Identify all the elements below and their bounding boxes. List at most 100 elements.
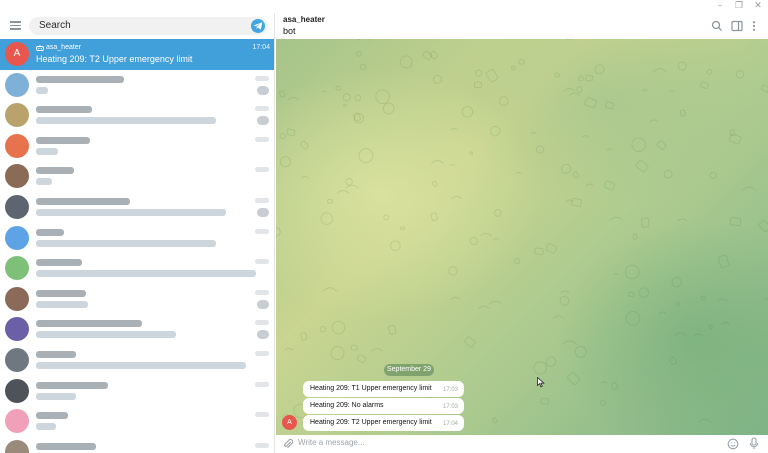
paperclip-icon[interactable] <box>282 438 294 450</box>
telegram-icon[interactable] <box>251 19 265 33</box>
avatar <box>5 164 29 189</box>
wallpaper-doodle <box>464 336 476 348</box>
chat-item[interactable] <box>0 376 274 407</box>
wallpaper-doodle <box>572 171 580 179</box>
unread-badge <box>257 116 269 126</box>
wallpaper-doodle <box>576 86 583 93</box>
redacted-chat-time <box>255 106 269 112</box>
mouse-cursor-icon <box>537 377 545 388</box>
chat-item[interactable] <box>0 437 274 453</box>
chat-list-header: Search <box>0 13 274 39</box>
chat-item[interactable] <box>0 100 274 131</box>
redacted-chat-name <box>36 167 74 175</box>
wallpaper-doodle <box>641 89 649 92</box>
wallpaper-doodle <box>342 93 351 102</box>
redacted-chat-preview <box>36 300 88 308</box>
chat-item-asa-heater[interactable]: A asa_heater 17:04 Heating 209: T2 Upper… <box>0 39 274 70</box>
message-bubble[interactable]: Heating 209: T1 Upper emergency limit 17… <box>303 381 464 397</box>
message-bubble[interactable]: Heating 209: No alarms 17:03 <box>303 398 464 414</box>
hamburger-menu-icon[interactable] <box>10 21 21 30</box>
redacted-chat-preview <box>36 147 58 155</box>
maximize-button[interactable]: ❐ <box>731 0 747 13</box>
message-input[interactable]: Write a message... <box>298 438 365 447</box>
search-icon[interactable] <box>711 20 723 32</box>
wallpaper-doodle <box>330 346 345 361</box>
wallpaper-doodle <box>450 296 461 300</box>
date-separator: September 29 <box>384 364 434 376</box>
minimize-button[interactable]: – <box>712 0 728 13</box>
chat-item[interactable] <box>0 70 274 101</box>
wallpaper-doodle <box>675 301 681 307</box>
wallpaper-doodle <box>356 50 362 57</box>
wallpaper-doodle <box>399 55 413 69</box>
chat-item[interactable] <box>0 284 274 315</box>
wallpaper-doodle <box>663 169 673 179</box>
chat-item[interactable] <box>0 131 274 162</box>
wallpaper-doodle <box>279 156 292 168</box>
redacted-chat-time <box>255 75 269 81</box>
wallpaper-doodle <box>656 140 667 150</box>
wallpaper-doodle <box>599 400 606 406</box>
chat-item[interactable] <box>0 345 274 376</box>
chat-item[interactable] <box>0 314 274 345</box>
message-text: Heating 209: T1 Upper emergency limit <box>310 385 432 392</box>
chat-item[interactable] <box>0 253 274 284</box>
wallpaper-doodle <box>356 354 367 364</box>
avatar <box>5 72 29 97</box>
bot-icon <box>36 44 44 51</box>
wallpaper-doodle <box>717 254 730 268</box>
chat-item[interactable] <box>0 161 274 192</box>
message-bubble[interactable]: Heating 209: T2 Upper emergency limit 17… <box>303 415 464 431</box>
wallpaper-doodle <box>545 243 557 254</box>
wallpaper-doodle <box>283 347 293 351</box>
wallpaper-doodle <box>279 90 286 98</box>
chat-item[interactable] <box>0 223 274 254</box>
redacted-chat-name <box>36 442 96 450</box>
redacted-chat-time <box>255 442 269 448</box>
peer-name[interactable]: asa_heater <box>283 15 325 24</box>
wallpaper-doodle <box>300 176 309 179</box>
chat-item[interactable] <box>0 192 274 223</box>
search-input[interactable]: Search <box>29 17 268 35</box>
chat-item[interactable] <box>0 406 274 437</box>
wallpaper-doodle <box>300 332 308 341</box>
wallpaper-doodle <box>493 209 502 217</box>
wallpaper-doodle <box>698 418 712 423</box>
wallpaper-doodle <box>559 295 570 306</box>
wallpaper-doodle <box>327 198 333 204</box>
wallpaper-doodle <box>448 266 458 276</box>
sender-avatar[interactable]: A <box>282 415 297 430</box>
wallpaper-doodle <box>449 164 456 167</box>
wallpaper-doodle <box>478 305 490 309</box>
wallpaper-doodle <box>693 333 704 337</box>
wallpaper-doodle <box>488 300 503 305</box>
wallpaper-doodle <box>469 151 473 156</box>
conversation-pane: asa_heater bot September 29 Heating 209:… <box>276 13 768 453</box>
microphone-icon[interactable] <box>748 437 760 450</box>
avatar <box>5 225 29 250</box>
wallpaper-doodle <box>708 324 713 330</box>
wallpaper-doodle <box>577 75 584 82</box>
message-text: Heating 209: No alarms <box>310 402 384 409</box>
avatar: A <box>5 42 29 66</box>
wallpaper-doodle <box>585 74 594 82</box>
emoji-icon[interactable] <box>727 438 739 450</box>
close-button[interactable]: ✕ <box>750 0 766 13</box>
wallpaper-doodle <box>582 135 590 138</box>
message-time: 17:03 <box>442 387 458 393</box>
wallpaper-doodle <box>635 160 649 173</box>
redacted-chat-time <box>255 289 269 295</box>
wallpaper-doodle <box>604 180 616 191</box>
wallpaper-doodle <box>652 68 667 73</box>
wallpaper-doodle <box>480 232 492 237</box>
redacted-chat-time <box>255 197 269 203</box>
sidebar-toggle-icon[interactable] <box>731 20 743 32</box>
wallpaper-doodle <box>628 291 635 297</box>
chat-name: asa_heater <box>46 44 82 51</box>
avatar <box>5 286 29 311</box>
wallpaper-doodle <box>758 219 768 232</box>
redacted-chat-time <box>255 167 269 173</box>
more-vertical-icon[interactable] <box>748 20 760 32</box>
redacted-chat-name <box>36 259 82 267</box>
redacted-chat-preview <box>36 361 246 369</box>
